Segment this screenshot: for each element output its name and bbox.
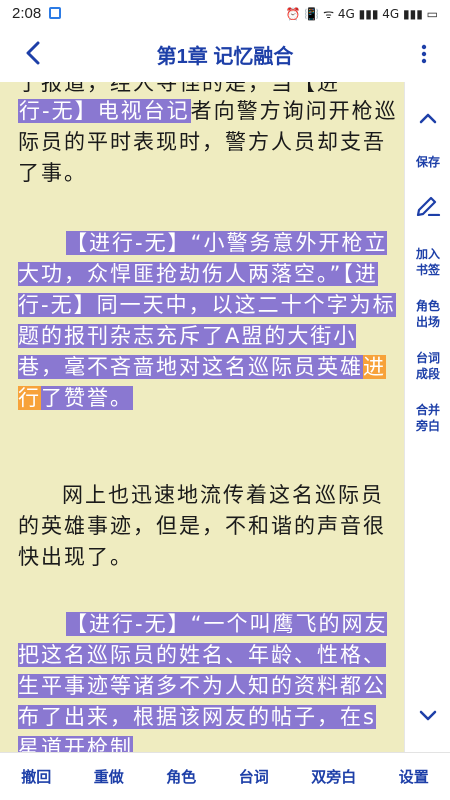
status-icons: ⏰ 📳 ᯤ 4G ▮▮▮ 4G ▮▮▮ ▭ xyxy=(285,6,438,21)
merge-aside-button[interactable]: 合并旁白 xyxy=(405,402,450,434)
more-options-button[interactable] xyxy=(414,40,434,68)
dialog-segment-button[interactable]: 台词成段 xyxy=(405,350,450,382)
status-time: 2:08 xyxy=(12,4,42,22)
dialog-highlight[interactable]: 了赞誉。 xyxy=(41,386,133,410)
role-button[interactable]: 角色 xyxy=(166,766,196,787)
page-title: 第1章 记忆融合 xyxy=(156,45,294,68)
bottom-toolbar: 撤回 重做 角色 台词 双旁白 设置 xyxy=(0,752,450,800)
more-vert-icon xyxy=(421,44,427,64)
dialog-button[interactable]: 台词 xyxy=(239,766,269,787)
dialog-highlight[interactable]: 【进行-无】“小警务意外开枪立大功，众悍匪抢劫伤人两落空。”【进行-无】同一天中… xyxy=(18,231,396,379)
paragraph-2[interactable]: 【进行-无】“小警务意外开枪立大功，众悍匪抢劫伤人两落空。”【进行-无】同一天中… xyxy=(18,228,398,414)
dialog-highlight[interactable]: 行-无】电视台记 xyxy=(18,99,191,123)
chevron-up-icon xyxy=(419,113,437,124)
edit-button[interactable] xyxy=(405,194,450,216)
scroll-up-button[interactable] xyxy=(405,112,450,124)
dialog-highlight[interactable]: 【进行-无】“一个叫鹰飞的网友把这名巡际员的姓名、年龄、性格、生平事迹等诸多不为… xyxy=(18,612,388,752)
paragraph-4[interactable]: 【进行-无】“一个叫鹰飞的网友把这名巡际员的姓名、年龄、性格、生平事迹等诸多不为… xyxy=(18,609,398,752)
status-bar: 2:08 ⏰ 📳 ᯤ 4G ▮▮▮ 4G ▮▮▮ ▭ xyxy=(0,0,450,26)
side-panel: 保存 加入书签 角色出场 台词成段 合并旁白 xyxy=(404,82,450,752)
save-button[interactable]: 保存 xyxy=(405,154,450,170)
app-bar: 第1章 记忆融合 xyxy=(0,26,450,82)
add-bookmark-button[interactable]: 加入书签 xyxy=(405,246,450,278)
notification-icon xyxy=(49,7,62,19)
back-button[interactable] xyxy=(18,38,48,68)
reader-content[interactable]: 了报道，经人寻怪的是，当【进 行-无】电视台记者向警方询问开枪巡际员的平时表现时… xyxy=(0,82,404,752)
undo-button[interactable]: 撤回 xyxy=(21,766,51,787)
double-aside-button[interactable]: 双旁白 xyxy=(311,766,356,787)
chevron-down-icon xyxy=(419,710,437,721)
settings-button[interactable]: 设置 xyxy=(399,766,429,787)
pencil-icon xyxy=(416,196,441,216)
redo-button[interactable]: 重做 xyxy=(94,766,124,787)
paragraph-3[interactable]: 网上也迅速地流传着这名巡际员的英雄事迹，但是，不和谐的声音很快出现了。 xyxy=(18,480,398,573)
role-appear-button[interactable]: 角色出场 xyxy=(405,298,450,330)
scroll-down-button[interactable] xyxy=(405,710,450,722)
paragraph-text: 网上也迅速地流传着这名巡际员的英雄事迹，但是，不和谐的声音很快出现了。 xyxy=(18,483,386,569)
paragraph-1[interactable]: 行-无】电视台记者向警方询问开枪巡际员的平时表现时，警方人员却支吾了事。 xyxy=(18,96,398,189)
chevron-left-icon xyxy=(26,41,40,65)
